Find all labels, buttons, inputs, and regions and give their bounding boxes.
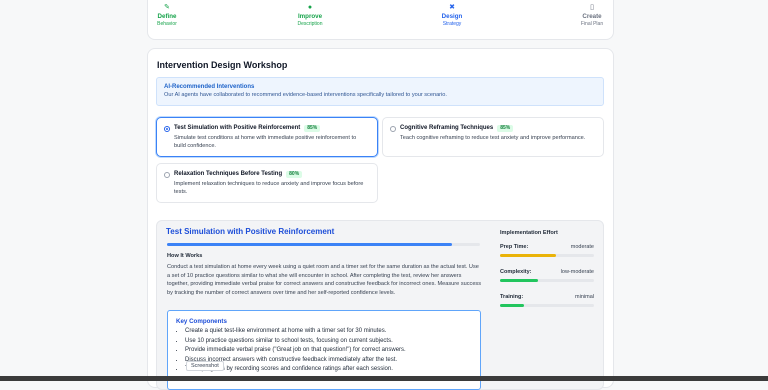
effort-metric: Complexity: low-moderate [500, 269, 596, 287]
page-title: Intervention Design Workshop [157, 60, 288, 70]
radio-button[interactable] [390, 126, 396, 132]
intervention-option-3[interactable]: Relaxation Techniques Before Testing 80% … [156, 163, 378, 203]
radio-button[interactable] [164, 172, 170, 178]
metric-value: moderate [570, 244, 594, 250]
effort-title: Implementation Effort [500, 230, 558, 236]
taskbar [0, 376, 768, 381]
step-title: Define [157, 13, 177, 20]
how-it-works-heading: How It Works [167, 253, 203, 259]
list-item: Track progress by recording scores and c… [185, 365, 472, 375]
effort-metric: Training: minimal [500, 294, 596, 312]
screenshot-tooltip: Screenshot [186, 361, 224, 371]
step-subtitle: Description [297, 21, 323, 27]
circle-check-icon: ● [307, 4, 313, 11]
metric-label: Prep Time: [500, 244, 529, 250]
tools-icon: ✖ [449, 4, 455, 11]
step-2[interactable]: ● Improve Description [280, 2, 340, 27]
alert-text: Our AI agents have collaborated to recom… [164, 92, 447, 98]
step-4[interactable]: ▯ Create Final Plan [562, 2, 622, 27]
progress-fill [167, 243, 452, 246]
detail-progress-bar [167, 243, 480, 246]
metric-value: low-moderate [560, 269, 594, 275]
list-item: Use 10 practice questions similar to sch… [185, 337, 472, 347]
metric-value: minimal [575, 294, 594, 300]
how-it-works-text: Conduct a test simulation at home every … [167, 264, 482, 296]
metric-bar [500, 304, 594, 307]
step-title: Improve [297, 13, 323, 20]
step-subtitle: Behavior [157, 21, 177, 27]
metric-bar-fill [500, 304, 524, 307]
metric-label: Complexity: [500, 269, 532, 275]
step-title: Create [582, 13, 602, 20]
step-3[interactable]: ✖ Design Strategy [422, 2, 482, 27]
metric-bar [500, 254, 594, 257]
score-badge: 85% [497, 125, 514, 132]
step-subtitle: Final Plan [580, 21, 604, 27]
progress-stepper [147, 0, 614, 40]
step-title: Design [441, 13, 463, 20]
option-description: Implement relaxation techniques to reduc… [174, 181, 364, 195]
option-name: Relaxation Techniques Before Testing [174, 171, 283, 177]
metric-label: Training: [500, 294, 524, 300]
detail-title: Test Simulation with Positive Reinforcem… [166, 227, 335, 236]
option-description: Teach cognitive reframing to reduce test… [400, 135, 586, 141]
pencil-icon: ✎ [164, 4, 170, 11]
step-subtitle: Strategy [442, 21, 462, 27]
list-item: Discuss incorrect answers with construct… [185, 356, 472, 366]
option-name: Test Simulation with Positive Reinforcem… [174, 125, 301, 131]
document-icon: ▯ [590, 4, 594, 11]
option-name: Cognitive Reframing Techniques [400, 125, 494, 131]
implementation-effort: Implementation Effort Prep Time: moderate… [500, 229, 596, 312]
alert-title: AI-Recommended Interventions [164, 84, 255, 90]
option-description: Simulate test conditions at home with im… [174, 135, 357, 149]
intervention-option-2[interactable]: Cognitive Reframing Techniques 85% Teach … [382, 117, 604, 157]
intervention-option-1[interactable]: Test Simulation with Positive Reinforcem… [156, 117, 378, 157]
metric-bar-fill [500, 254, 557, 257]
key-components-title: Key Components [176, 318, 227, 325]
step-1[interactable]: ✎ Define Behavior [137, 2, 197, 27]
list-item: Create a quiet test-like environment at … [185, 327, 472, 337]
ai-recommendation-alert: AI-Recommended Interventions Our AI agen… [156, 77, 604, 106]
list-item: Provide immediate verbal praise ("Great … [185, 346, 472, 356]
score-badge: 85% [304, 125, 321, 132]
effort-metric: Prep Time: moderate [500, 244, 596, 262]
score-badge: 80% [286, 171, 303, 178]
metric-bar-fill [500, 279, 538, 282]
metric-bar [500, 279, 594, 282]
radio-button[interactable] [164, 126, 170, 132]
